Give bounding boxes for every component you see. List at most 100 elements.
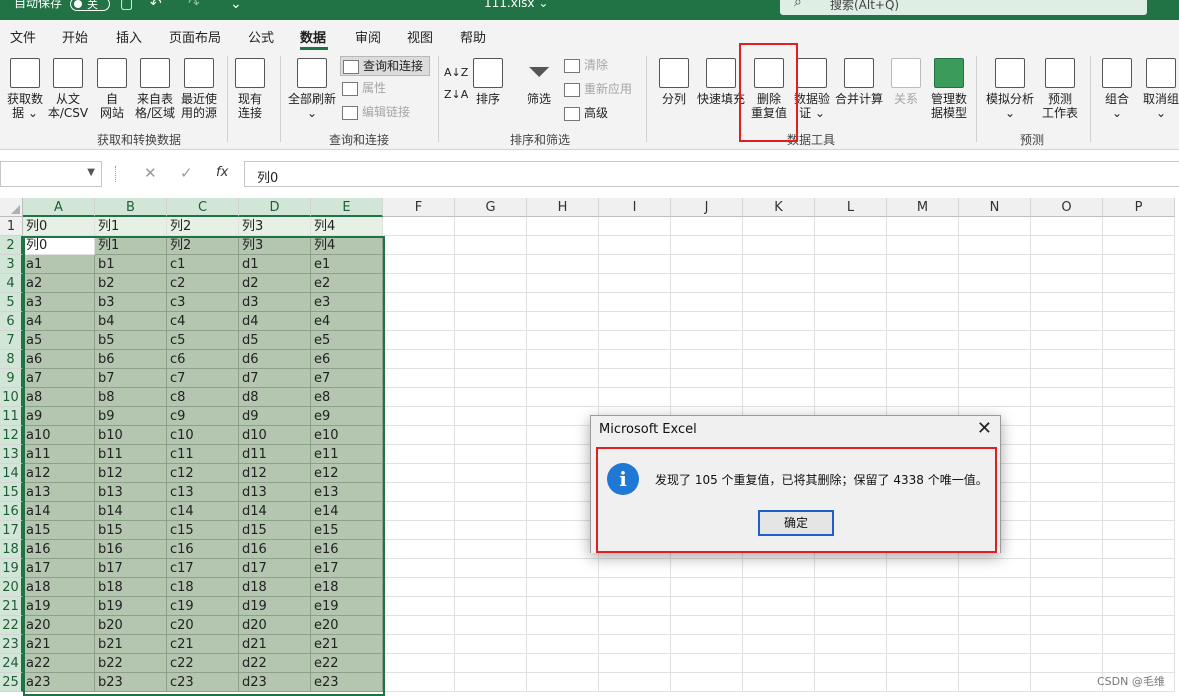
cell[interactable]: 列2 <box>167 217 239 236</box>
cell[interactable]: b4 <box>95 312 167 331</box>
cell[interactable] <box>599 255 671 274</box>
cell[interactable]: e16 <box>311 540 383 559</box>
cell[interactable] <box>887 559 959 578</box>
properties-button[interactable]: 属性 <box>342 81 422 96</box>
select-all-corner[interactable] <box>0 198 23 217</box>
cell[interactable] <box>1031 502 1103 521</box>
cell[interactable] <box>887 388 959 407</box>
cell[interactable]: c7 <box>167 369 239 388</box>
formula-input[interactable]: 列0 <box>244 161 1179 187</box>
cell[interactable] <box>815 350 887 369</box>
cell[interactable] <box>1031 540 1103 559</box>
row-header[interactable]: 11 <box>0 407 23 426</box>
existing-connections-button[interactable]: 现有 连接 <box>233 58 267 120</box>
column-header-p[interactable]: P <box>1103 198 1175 217</box>
cell[interactable] <box>455 464 527 483</box>
cell[interactable] <box>455 312 527 331</box>
cell[interactable] <box>383 331 455 350</box>
cell[interactable] <box>743 293 815 312</box>
row-header[interactable]: 13 <box>0 445 23 464</box>
cell[interactable] <box>959 217 1031 236</box>
cell[interactable] <box>455 407 527 426</box>
cell[interactable] <box>599 654 671 673</box>
cell[interactable] <box>1103 578 1175 597</box>
cell[interactable] <box>959 616 1031 635</box>
cell[interactable]: d17 <box>239 559 311 578</box>
cell[interactable]: 列3 <box>239 217 311 236</box>
cell[interactable]: b12 <box>95 464 167 483</box>
cell[interactable]: a13 <box>23 483 95 502</box>
cell[interactable] <box>455 673 527 692</box>
cell[interactable] <box>671 255 743 274</box>
cell[interactable]: d20 <box>239 616 311 635</box>
cell[interactable] <box>959 255 1031 274</box>
cell[interactable] <box>1031 673 1103 692</box>
cell[interactable]: 列4 <box>311 217 383 236</box>
cell[interactable] <box>959 293 1031 312</box>
cell[interactable]: e5 <box>311 331 383 350</box>
cell[interactable] <box>887 673 959 692</box>
cell[interactable] <box>743 673 815 692</box>
manage-data-model-button[interactable]: 管理数 据模型 <box>928 58 970 120</box>
cell[interactable] <box>599 616 671 635</box>
cell[interactable]: b14 <box>95 502 167 521</box>
column-header-a[interactable]: A <box>23 198 95 217</box>
cell[interactable] <box>671 559 743 578</box>
cell[interactable]: a8 <box>23 388 95 407</box>
cell[interactable] <box>1031 654 1103 673</box>
cell[interactable] <box>959 236 1031 255</box>
cell[interactable] <box>527 540 599 559</box>
cell[interactable] <box>599 331 671 350</box>
cell[interactable]: a7 <box>23 369 95 388</box>
cell[interactable]: d3 <box>239 293 311 312</box>
cell[interactable] <box>383 407 455 426</box>
row-header[interactable]: 5 <box>0 293 23 312</box>
cell[interactable]: b19 <box>95 597 167 616</box>
cell[interactable]: c18 <box>167 578 239 597</box>
cell[interactable] <box>1031 331 1103 350</box>
cell[interactable]: c8 <box>167 388 239 407</box>
cell[interactable]: c9 <box>167 407 239 426</box>
cell[interactable] <box>1103 502 1175 521</box>
cell[interactable] <box>599 312 671 331</box>
cell[interactable] <box>887 331 959 350</box>
cell[interactable] <box>743 654 815 673</box>
cell[interactable]: c16 <box>167 540 239 559</box>
cancel-entry-icon[interactable]: ✕ <box>144 164 157 182</box>
cell[interactable]: a9 <box>23 407 95 426</box>
cell[interactable] <box>743 578 815 597</box>
cell[interactable]: a15 <box>23 521 95 540</box>
cell[interactable]: e6 <box>311 350 383 369</box>
cell[interactable] <box>959 388 1031 407</box>
row-header[interactable]: 18 <box>0 540 23 559</box>
cell[interactable] <box>887 312 959 331</box>
cell[interactable] <box>743 350 815 369</box>
cell[interactable] <box>671 293 743 312</box>
cell[interactable] <box>1031 274 1103 293</box>
row-header[interactable]: 6 <box>0 312 23 331</box>
cell[interactable] <box>527 369 599 388</box>
cell[interactable] <box>1031 426 1103 445</box>
what-if-analysis-button[interactable]: 模拟分析 ⌄ <box>984 58 1036 120</box>
cell[interactable] <box>1103 616 1175 635</box>
cell[interactable]: b20 <box>95 616 167 635</box>
column-header-n[interactable]: N <box>959 198 1031 217</box>
cell[interactable]: 列3 <box>239 236 311 255</box>
cell[interactable]: e18 <box>311 578 383 597</box>
cell[interactable] <box>1103 274 1175 293</box>
cell[interactable] <box>815 236 887 255</box>
cell[interactable] <box>455 502 527 521</box>
cell[interactable] <box>815 673 887 692</box>
tab-home[interactable]: 开始 <box>62 27 88 46</box>
cell[interactable] <box>1103 540 1175 559</box>
cell[interactable] <box>1031 464 1103 483</box>
cell[interactable]: b3 <box>95 293 167 312</box>
cell[interactable]: e17 <box>311 559 383 578</box>
cell[interactable] <box>455 331 527 350</box>
cell[interactable] <box>383 654 455 673</box>
cell[interactable] <box>527 464 599 483</box>
cell[interactable]: d2 <box>239 274 311 293</box>
column-header-g[interactable]: G <box>455 198 527 217</box>
customize-qat-icon[interactable]: ⌄ <box>230 0 242 12</box>
cell[interactable] <box>599 673 671 692</box>
